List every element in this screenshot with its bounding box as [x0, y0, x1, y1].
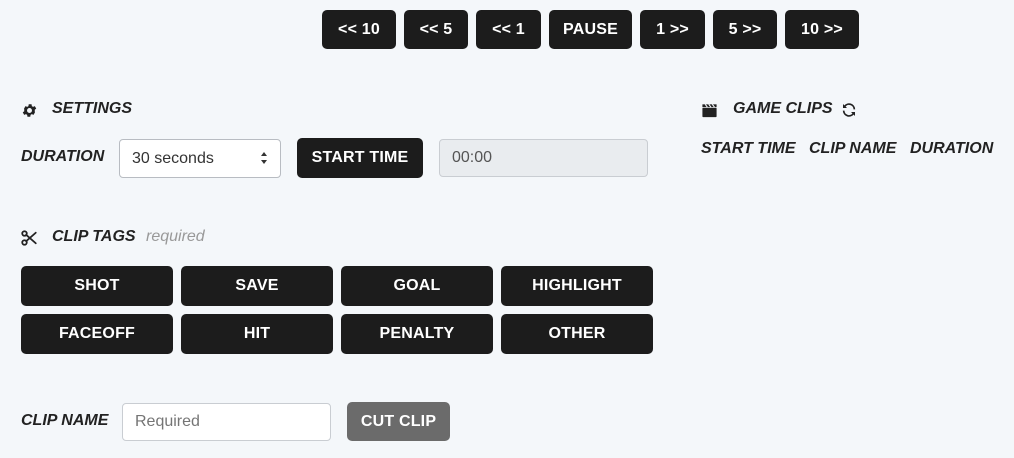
forward-1-button[interactable]: 1 >>	[640, 10, 705, 49]
rewind-1-button[interactable]: << 1	[476, 10, 541, 49]
start-time-value: 00:00	[452, 149, 493, 166]
gear-icon	[20, 101, 38, 119]
clip-tags-required-hint: required	[146, 228, 205, 245]
select-caret-icon	[260, 150, 268, 171]
tag-shot-button[interactable]: SHOT	[21, 266, 173, 306]
clapperboard-icon	[700, 101, 718, 119]
rewind-5-button[interactable]: << 5	[404, 10, 468, 49]
duration-label: DURATION	[21, 148, 105, 165]
column-header-start-time: START TIME	[701, 140, 796, 157]
rewind-10-button[interactable]: << 10	[322, 10, 396, 49]
clip-tags-title: CLIP TAGS	[52, 228, 136, 245]
clip-name-label: CLIP NAME	[21, 412, 109, 429]
tag-highlight-button[interactable]: HIGHLIGHT	[501, 266, 653, 306]
forward-5-button[interactable]: 5 >>	[713, 10, 777, 49]
pause-button[interactable]: PAUSE	[549, 10, 632, 49]
forward-10-button[interactable]: 10 >>	[785, 10, 859, 49]
scissors-icon	[20, 229, 38, 247]
clip-name-input[interactable]	[122, 403, 331, 441]
tag-hit-button[interactable]: HIT	[181, 314, 333, 354]
start-time-field: 00:00	[439, 139, 648, 177]
tag-faceoff-button[interactable]: FACEOFF	[21, 314, 173, 354]
start-time-button[interactable]: START TIME	[297, 138, 423, 178]
cut-clip-button[interactable]: CUT CLIP	[347, 402, 450, 441]
settings-title: SETTINGS	[52, 100, 133, 117]
tag-save-button[interactable]: SAVE	[181, 266, 333, 306]
tag-goal-button[interactable]: GOAL	[341, 266, 493, 306]
tag-penalty-button[interactable]: PENALTY	[341, 314, 493, 354]
tag-other-button[interactable]: OTHER	[501, 314, 653, 354]
column-header-duration: DURATION	[910, 140, 994, 157]
duration-value: 30 seconds	[132, 149, 214, 167]
column-header-clip-name: CLIP NAME	[809, 140, 897, 157]
refresh-icon[interactable]	[840, 101, 858, 119]
duration-select[interactable]: 30 seconds	[119, 139, 281, 178]
game-clips-title: GAME CLIPS	[733, 100, 833, 117]
